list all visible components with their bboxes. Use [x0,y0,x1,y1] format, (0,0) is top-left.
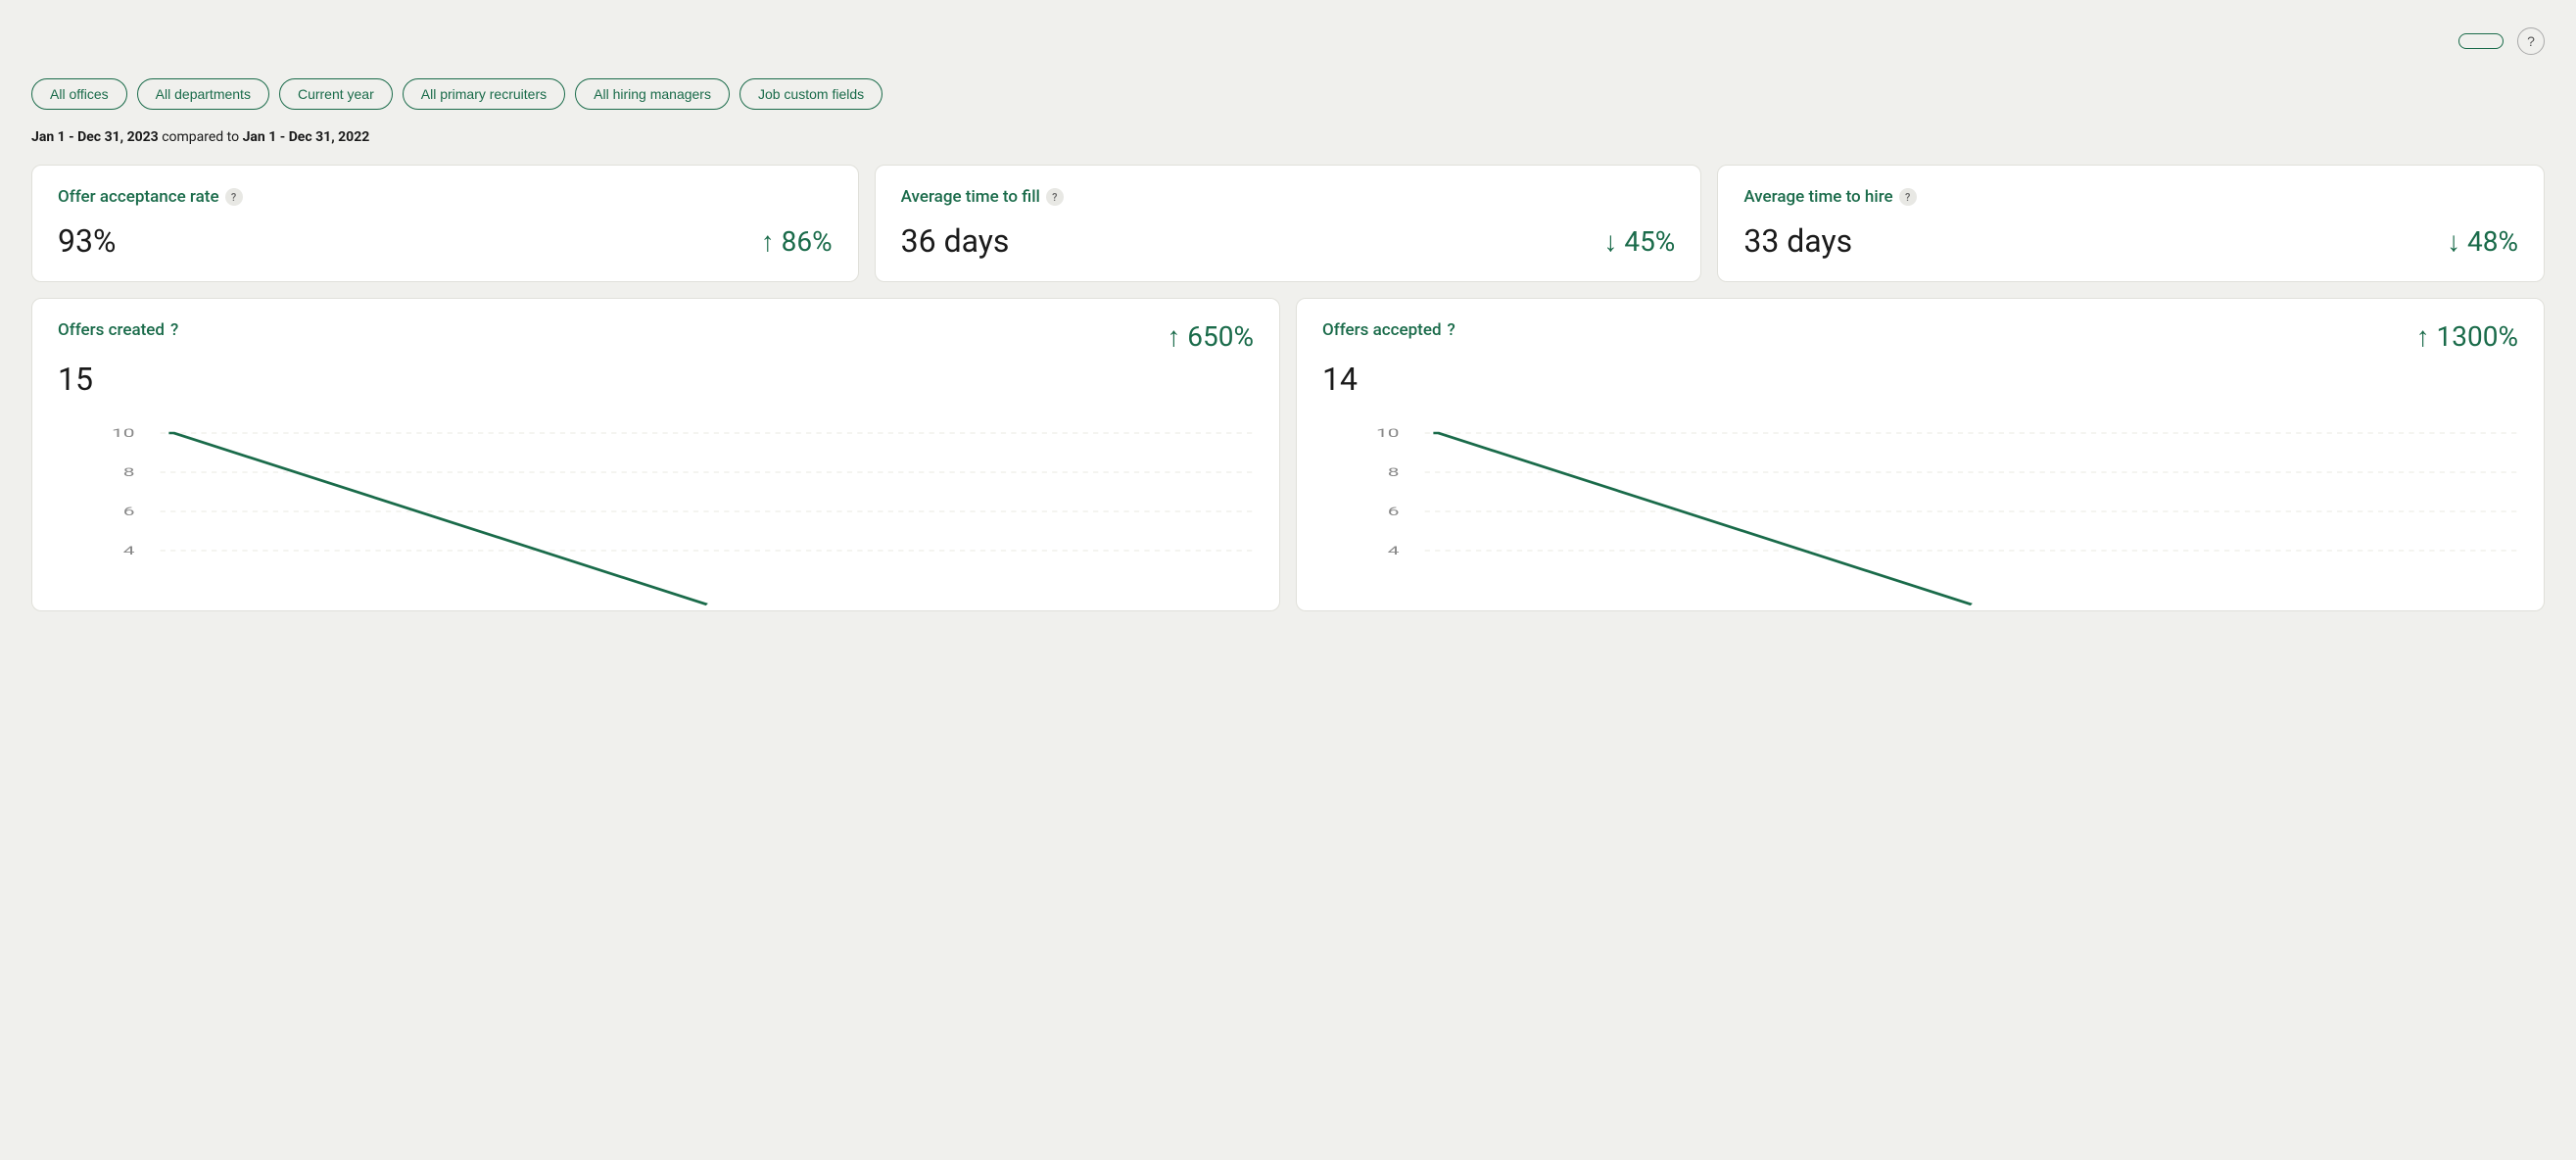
chart-title-offers_created: Offers created ? [58,320,178,340]
metric-card-offer_acceptance_rate: Offer acceptance rate ? 93% ↑ 86% [31,165,859,282]
metric-main-value-avg_time_to_fill: 36 days [901,222,1010,260]
chart-title-offers_accepted: Offers accepted ? [1322,320,1455,340]
previous-date-range: Jan 1 - Dec 31, 2022 [243,129,370,145]
metric-card-avg_time_to_fill: Average time to fill ? 36 days ↓ 45% [875,165,1702,282]
metric-title-avg_time_to_fill: Average time to fill ? [901,187,1676,207]
header-actions: ? [2458,27,2545,55]
svg-text:4: 4 [123,544,135,557]
chart-header-offers_created: Offers created ? ↑ 650% [58,320,1254,353]
chart-main-value-offers_accepted: 14 [1322,361,2518,398]
date-range: Jan 1 - Dec 31, 2023 compared to Jan 1 -… [31,129,2545,145]
svg-text:6: 6 [1388,505,1400,518]
current-date-range: Jan 1 - Dec 31, 2023 [31,129,159,145]
metric-help-icon-offer_acceptance_rate[interactable]: ? [225,188,243,206]
chart-header-offers_accepted: Offers accepted ? ↑ 1300% [1322,320,2518,353]
filter-departments[interactable]: All departments [137,78,269,110]
metric-card-avg_time_to_hire: Average time to hire ? 33 days ↓ 48% [1717,165,2545,282]
metric-title-avg_time_to_hire: Average time to hire ? [1743,187,2518,207]
metrics-row: Offer acceptance rate ? 93% ↑ 86% Averag… [31,165,2545,282]
chart-change-offers_created: ↑ 650% [1167,320,1254,353]
comparison-label: compared to [162,129,242,145]
svg-text:10: 10 [1376,426,1400,440]
metric-help-icon-avg_time_to_fill[interactable]: ? [1046,188,1064,206]
metric-change-offer_acceptance_rate: ↑ 86% [761,225,833,258]
page-header: ? [31,27,2545,55]
metric-title-text: Average time to hire [1743,187,1892,207]
metric-values-avg_time_to_hire: 33 days ↓ 48% [1743,222,2518,260]
svg-text:10: 10 [112,426,135,440]
chart-main-value-offers_created: 15 [58,361,1254,398]
save-button[interactable] [2458,33,2504,49]
chart-help-icon-offers_accepted[interactable]: ? [1448,320,1455,340]
filter-recruiters[interactable]: All primary recruiters [403,78,565,110]
filter-hiring_managers[interactable]: All hiring managers [575,78,730,110]
filter-custom_fields[interactable]: Job custom fields [739,78,883,110]
metric-values-avg_time_to_fill: 36 days ↓ 45% [901,222,1676,260]
metric-title-offer_acceptance_rate: Offer acceptance rate ? [58,187,833,207]
chart-svg-offers_accepted: 10 8 6 4 [1322,413,2518,609]
chart-card-offers_accepted: Offers accepted ? ↑ 1300% 14 10 8 6 4 [1296,298,2545,611]
chart-card-offers_created: Offers created ? ↑ 650% 15 10 8 6 4 [31,298,1280,611]
metric-title-text: Offer acceptance rate [58,187,219,207]
metric-help-icon-avg_time_to_hire[interactable]: ? [1899,188,1917,206]
filter-offices[interactable]: All offices [31,78,127,110]
metric-main-value-avg_time_to_hire: 33 days [1743,222,1852,260]
filter-bar: All offices All departments Current year Al… [31,78,2545,110]
svg-text:8: 8 [123,465,135,479]
metric-main-value-offer_acceptance_rate: 93% [58,222,116,260]
svg-text:8: 8 [1388,465,1400,479]
metric-change-avg_time_to_fill: ↓ 45% [1603,225,1675,258]
chart-svg-offers_created: 10 8 6 4 [58,413,1254,609]
charts-row: Offers created ? ↑ 650% 15 10 8 6 4 [31,298,2545,611]
metric-change-avg_time_to_hire: ↓ 48% [2447,225,2518,258]
chart-change-offers_accepted: ↑ 1300% [2416,320,2518,353]
filter-year[interactable]: Current year [279,78,393,110]
svg-text:6: 6 [123,505,135,518]
metric-title-text: Average time to fill [901,187,1040,207]
chart-area-offers_accepted: 10 8 6 4 [1322,413,2518,609]
metric-values-offer_acceptance_rate: 93% ↑ 86% [58,222,833,260]
help-icon[interactable]: ? [2517,27,2545,55]
chart-area-offers_created: 10 8 6 4 [58,413,1254,609]
svg-text:4: 4 [1388,544,1400,557]
chart-help-icon-offers_created[interactable]: ? [170,320,178,340]
